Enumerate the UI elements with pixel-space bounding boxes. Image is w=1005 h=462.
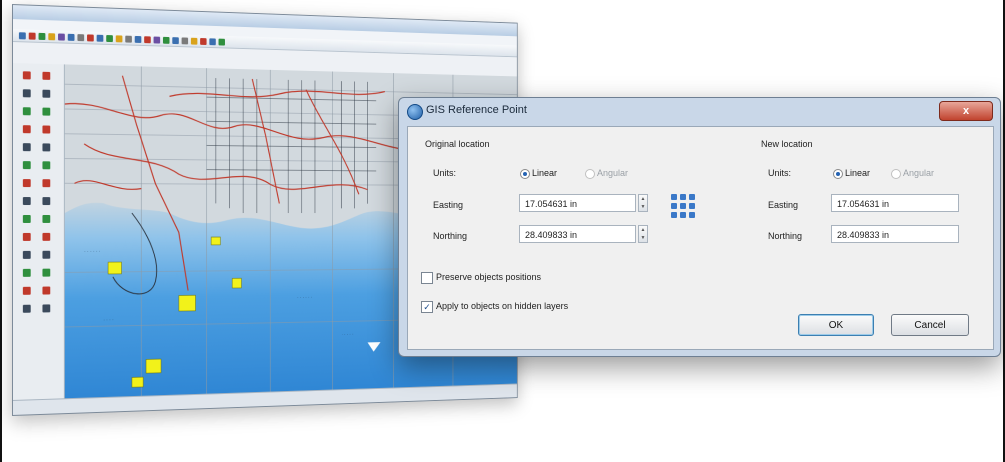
new-linear-label: Linear [845, 168, 870, 178]
toolbox-tool-icon[interactable] [42, 90, 50, 98]
gis-reference-point-dialog: GIS Reference Point x Original location … [398, 97, 1001, 357]
ok-button[interactable]: OK [798, 314, 874, 336]
toolbox[interactable] [13, 63, 65, 401]
toolbox-tool-icon[interactable] [23, 251, 31, 259]
toolbar-icon[interactable] [200, 38, 206, 45]
original-northing-spinner[interactable]: ▲ ▼ [638, 225, 648, 243]
new-radio-angular[interactable] [891, 169, 901, 179]
toolbox-tool-icon[interactable] [42, 125, 50, 133]
toolbox-tool-icon[interactable] [23, 71, 31, 79]
toolbox-tool-icon[interactable] [23, 107, 31, 115]
original-angular-label: Angular [597, 168, 628, 178]
original-radio-angular[interactable] [585, 169, 595, 179]
toolbox-tool-icon[interactable] [42, 108, 50, 116]
toolbar-icon[interactable] [48, 33, 55, 40]
toolbar-icon[interactable] [116, 35, 123, 42]
original-northing-label: Northing [433, 231, 467, 241]
toolbox-tool-icon[interactable] [42, 197, 50, 205]
yellow-parcels [108, 237, 241, 388]
toolbox-tool-icon[interactable] [42, 304, 50, 312]
new-radio-linear[interactable] [833, 169, 843, 179]
toolbox-tool-icon[interactable] [23, 269, 31, 277]
apply-hidden-layers-label[interactable]: Apply to objects on hidden layers [436, 301, 568, 311]
new-northing-field[interactable]: 28.409833 in [831, 225, 959, 243]
toolbar-icon[interactable] [219, 38, 225, 45]
toolbox-tool-icon[interactable] [23, 179, 31, 187]
original-easting-field[interactable]: 17.054631 in [519, 194, 636, 212]
map-labels: · · · · · · · · · · · · · · · · · · · · · [84, 248, 354, 344]
original-radio-linear[interactable] [520, 169, 530, 179]
toolbox-tool-icon[interactable] [42, 161, 50, 169]
original-linear-label: Linear [532, 168, 557, 178]
coastline [113, 213, 157, 294]
toolbar-icon[interactable] [172, 37, 179, 44]
svg-text:· · · · · ·: · · · · · · [84, 249, 101, 254]
new-easting-field[interactable]: 17.054631 in [831, 194, 959, 212]
new-angular-label: Angular [903, 168, 934, 178]
toolbox-tool-icon[interactable] [23, 89, 31, 97]
toolbar-icon[interactable] [125, 35, 132, 42]
original-units-label: Units: [433, 168, 456, 178]
toolbar-icon[interactable] [87, 34, 94, 41]
dialog-client-area: Original location Units: Linear Angular … [407, 126, 994, 350]
close-icon: x [963, 105, 969, 117]
toolbox-tool-icon[interactable] [42, 269, 50, 277]
toolbox-tool-icon[interactable] [23, 215, 31, 223]
new-easting-label: Easting [768, 200, 798, 210]
original-location-heading: Original location [425, 139, 490, 149]
toolbar-icon[interactable] [144, 36, 151, 43]
toolbox-tool-icon[interactable] [23, 233, 31, 241]
toolbar-icon[interactable] [135, 35, 142, 42]
toolbox-tool-icon[interactable] [23, 143, 31, 151]
new-northing-label: Northing [768, 231, 802, 241]
original-northing-field[interactable]: 28.409833 in [519, 225, 636, 243]
toolbar-icon[interactable] [191, 37, 197, 44]
toolbar-icon[interactable] [163, 36, 170, 43]
new-units-label: Units: [768, 168, 791, 178]
toolbar-icon[interactable] [154, 36, 161, 43]
toolbar-icon[interactable] [182, 37, 188, 44]
preserve-positions-checkbox[interactable] [421, 272, 433, 284]
new-location-heading: New location [761, 139, 813, 149]
original-easting-spinner[interactable]: ▲ ▼ [638, 194, 648, 212]
toolbar-icon[interactable] [68, 33, 75, 40]
toolbar-icon[interactable] [58, 33, 65, 40]
toolbox-tool-icon[interactable] [42, 251, 50, 259]
svg-text:· · · ·: · · · · [103, 318, 114, 323]
toolbar-icon[interactable] [77, 34, 84, 41]
toolbox-tool-icon[interactable] [23, 287, 31, 295]
toolbar-icon[interactable] [106, 35, 113, 42]
toolbar-icon[interactable] [209, 38, 215, 45]
gis-globe-icon [407, 104, 423, 120]
cancel-button[interactable]: Cancel [891, 314, 969, 336]
toolbox-tool-icon[interactable] [42, 143, 50, 151]
svg-text:· · · · ·: · · · · · [341, 332, 353, 337]
frame-line-left [0, 0, 2, 462]
svg-text:· · · · · ·: · · · · · · [297, 295, 312, 300]
dialog-titlebar[interactable]: GIS Reference Point x [399, 98, 1000, 124]
original-easting-label: Easting [433, 200, 463, 210]
toolbox-tool-icon[interactable] [42, 72, 50, 80]
toolbar-icon[interactable] [29, 32, 36, 39]
toolbox-tool-icon[interactable] [42, 287, 50, 295]
reference-grid-icon[interactable] [671, 194, 695, 218]
toolbox-tool-icon[interactable] [42, 215, 50, 223]
toolbar-icon[interactable] [19, 32, 26, 39]
toolbox-tool-icon[interactable] [23, 305, 31, 313]
preserve-positions-label[interactable]: Preserve objects positions [436, 272, 541, 282]
toolbar-icon[interactable] [97, 34, 104, 41]
dialog-title: GIS Reference Point [426, 104, 527, 116]
toolbar-icon[interactable] [39, 32, 46, 39]
toolbox-tool-icon[interactable] [23, 161, 31, 169]
map-pointer-marker [368, 342, 381, 352]
close-button[interactable]: x [939, 101, 993, 121]
toolbox-tool-icon[interactable] [23, 197, 31, 205]
toolbox-tool-icon[interactable] [42, 233, 50, 241]
apply-hidden-layers-checkbox[interactable]: ✓ [421, 301, 433, 313]
toolbox-tool-icon[interactable] [23, 125, 31, 133]
toolbox-tool-icon[interactable] [42, 179, 50, 187]
